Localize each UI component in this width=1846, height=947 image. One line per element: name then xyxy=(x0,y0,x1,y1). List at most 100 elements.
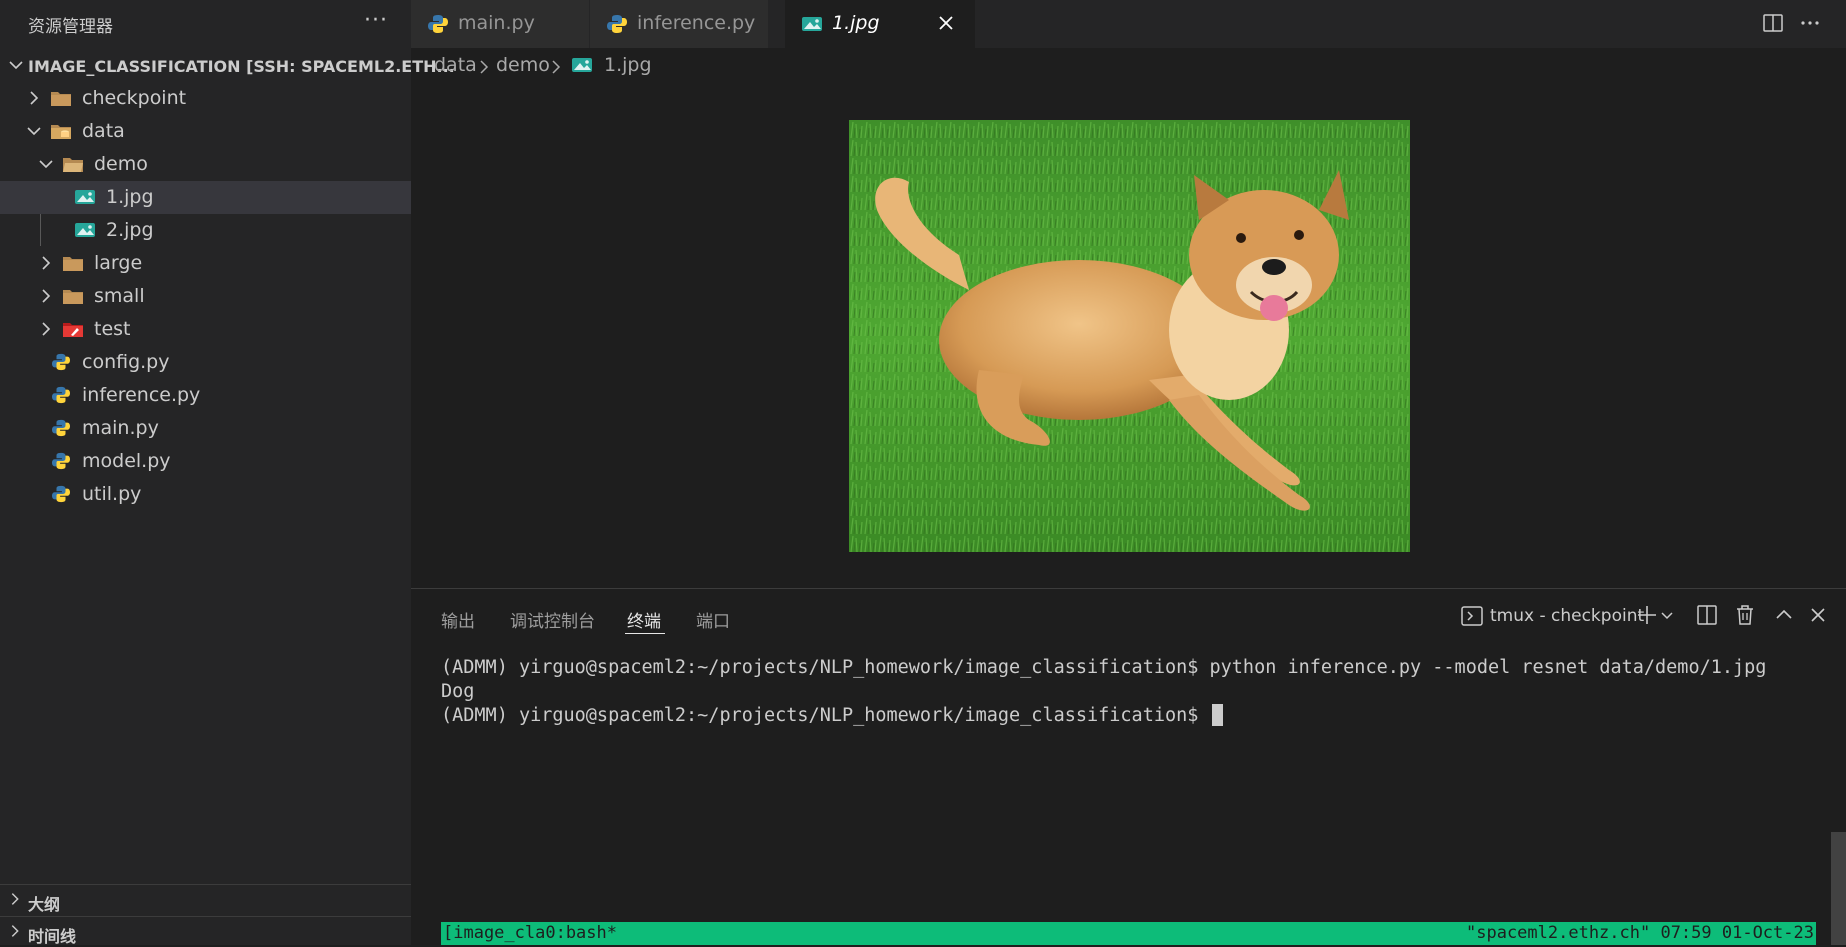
chevron-down-icon xyxy=(39,160,53,169)
image-preview xyxy=(849,120,1410,552)
breadcrumb-item[interactable]: demo xyxy=(496,54,550,76)
chevron-right-icon xyxy=(42,256,51,270)
chevron-right-icon xyxy=(552,60,561,74)
tree-item-small[interactable]: small xyxy=(0,280,411,313)
chevron-right-icon xyxy=(42,289,51,303)
tree-item-label: util.py xyxy=(82,483,142,505)
timeline-label: 时间线 xyxy=(28,927,77,946)
tree-item-util-py[interactable]: util.py xyxy=(0,478,411,511)
tree-item-label: 1.jpg xyxy=(106,186,154,208)
tree-item-label: demo xyxy=(94,153,148,175)
workspace-section-header[interactable]: IMAGE_CLASSIFICATION [SSH: SPACEML2.ETH.… xyxy=(0,52,455,80)
test-folder-icon xyxy=(63,323,83,337)
editor-tab-bar: main.py inference.py 1.jpg xyxy=(411,0,1846,48)
tree-item-main-py[interactable]: main.py xyxy=(0,412,411,445)
terminal-name: tmux - checkpoint xyxy=(1490,606,1645,626)
folder-icon xyxy=(63,257,83,271)
terminal-line: (ADMM) yirguo@spaceml2:~/projects/NLP_ho… xyxy=(441,705,1210,726)
python-icon xyxy=(52,485,70,503)
split-editor-icon[interactable] xyxy=(1760,10,1786,36)
chevron-down-icon[interactable] xyxy=(1659,603,1675,627)
breadcrumb-item[interactable]: data xyxy=(434,54,477,76)
tree-item-model-py[interactable]: model.py xyxy=(0,445,411,478)
tree-item-test[interactable]: test xyxy=(0,313,411,346)
python-icon xyxy=(52,353,70,371)
tree-item-label: config.py xyxy=(82,351,170,373)
chevron-right-icon xyxy=(11,925,19,937)
plus-icon[interactable] xyxy=(1635,603,1659,627)
tab-main-py[interactable]: main.py xyxy=(411,0,590,48)
tab-label: 1.jpg xyxy=(832,12,880,34)
terminal-cursor xyxy=(1211,704,1223,726)
tmux-host-time: "spaceml2.ethz.ch" 07:59 01-Oct-23 xyxy=(1466,923,1814,943)
tree-item-label: large xyxy=(94,252,143,274)
file-tree: checkpoint data demo 1.jpg 2.jpg large s… xyxy=(0,82,411,511)
terminal-icon xyxy=(1461,606,1483,626)
tree-item-checkpoint[interactable]: checkpoint xyxy=(0,82,411,115)
tab-debug-console[interactable]: 调试控制台 xyxy=(510,607,595,632)
tab-label: main.py xyxy=(458,12,535,34)
tree-item-label: small xyxy=(94,285,145,307)
timeline-section-header[interactable]: 时间线 xyxy=(0,916,411,947)
image-icon xyxy=(802,17,822,31)
trash-icon[interactable] xyxy=(1733,603,1757,627)
breadcrumb-item[interactable]: 1.jpg xyxy=(604,54,652,76)
tmux-status-bar: [image_cla0:bash* "spaceml2.ethz.ch" 07:… xyxy=(441,922,1816,945)
image-icon xyxy=(75,190,95,204)
terminal-scrollbar[interactable] xyxy=(1831,832,1846,945)
dog-photo xyxy=(849,120,1410,552)
tab-label: inference.py xyxy=(637,12,756,34)
tree-item-large[interactable]: large xyxy=(0,247,411,280)
tree-item-2jpg[interactable]: 2.jpg xyxy=(0,214,411,247)
tmux-window-list: [image_cla0:bash* xyxy=(443,923,617,943)
chevron-down-icon xyxy=(9,61,23,70)
chevron-right-icon xyxy=(480,60,489,74)
tree-item-label: 2.jpg xyxy=(106,219,154,241)
tab-ports[interactable]: 端口 xyxy=(696,607,730,632)
workspace-title: IMAGE_CLASSIFICATION [SSH: SPACEML2.ETH.… xyxy=(28,57,455,76)
tab-terminal[interactable]: 终端 xyxy=(627,607,661,632)
more-actions-icon[interactable] xyxy=(1797,10,1823,36)
tab-output[interactable]: 输出 xyxy=(441,607,475,632)
tree-item-demo[interactable]: demo xyxy=(0,148,411,181)
tab-1jpg[interactable]: 1.jpg xyxy=(785,0,976,48)
python-icon xyxy=(52,452,70,470)
close-icon[interactable] xyxy=(935,12,957,34)
more-actions-icon[interactable]: ··· xyxy=(364,8,388,33)
python-icon xyxy=(428,15,448,33)
tree-item-label: checkpoint xyxy=(82,87,187,109)
tree-item-inference-py[interactable]: inference.py xyxy=(0,379,411,412)
tree-item-data[interactable]: data xyxy=(0,115,411,148)
image-icon xyxy=(572,58,592,72)
chevron-up-icon[interactable] xyxy=(1772,603,1796,627)
bottom-panel: 输出 调试控制台 终端 端口 tmux - checkpoint xyxy=(411,588,1846,946)
python-icon xyxy=(607,15,627,33)
tree-item-1jpg[interactable]: 1.jpg xyxy=(0,181,411,214)
tab-inference-py[interactable]: inference.py xyxy=(590,0,769,48)
tree-item-config-py[interactable]: config.py xyxy=(0,346,411,379)
terminal-prompt-line: (ADMM) yirguo@spaceml2:~/projects/NLP_ho… xyxy=(441,704,1766,728)
outline-label: 大纲 xyxy=(28,895,61,914)
tree-item-label: test xyxy=(94,318,131,340)
image-icon xyxy=(75,223,95,237)
explorer-header: 资源管理器 ··· xyxy=(0,0,411,46)
folder-icon xyxy=(63,290,83,304)
chevron-down-icon xyxy=(27,127,41,136)
database-folder-icon xyxy=(51,125,71,139)
explorer-sidebar: 资源管理器 ··· IMAGE_CLASSIFICATION [SSH: SPA… xyxy=(0,0,455,947)
active-tab-indicator xyxy=(625,633,665,634)
terminal-output[interactable]: (ADMM) yirguo@spaceml2:~/projects/NLP_ho… xyxy=(441,656,1766,728)
chevron-right-icon xyxy=(11,893,19,905)
tree-item-label: model.py xyxy=(82,450,171,472)
tree-item-label: main.py xyxy=(82,417,159,439)
tree-item-label: data xyxy=(82,120,125,142)
explorer-title: 资源管理器 xyxy=(28,17,113,37)
chevron-right-icon xyxy=(30,91,39,105)
close-panel-icon[interactable] xyxy=(1806,603,1830,627)
folder-open-icon xyxy=(63,158,83,172)
terminal-line: Dog xyxy=(441,681,475,702)
split-terminal-icon[interactable] xyxy=(1695,603,1719,627)
outline-section-header[interactable]: 大纲 xyxy=(0,884,411,915)
tree-item-label: inference.py xyxy=(82,384,201,406)
python-icon xyxy=(52,419,70,437)
